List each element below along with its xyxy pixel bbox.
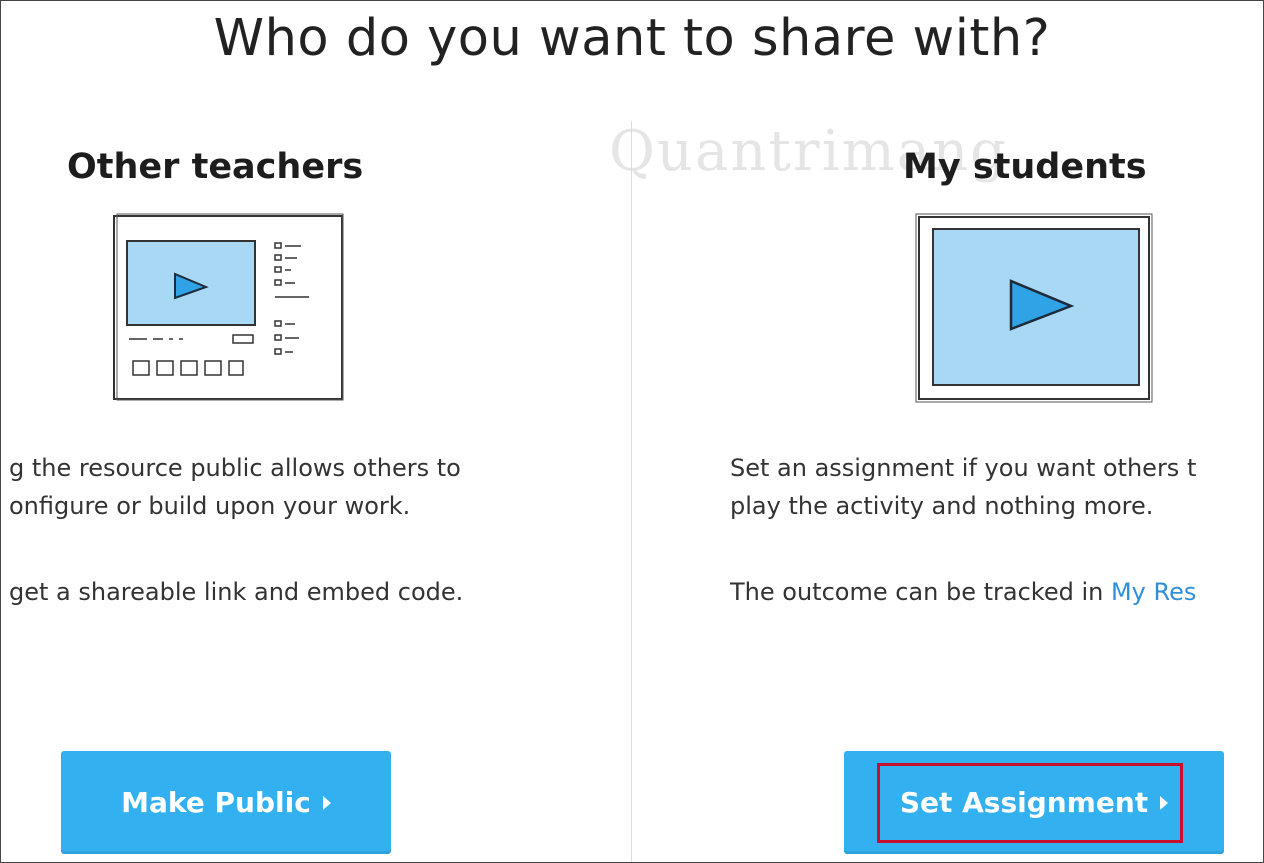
- outcome-text: The outcome can be tracked in: [730, 578, 1111, 606]
- left-desc-line: get a shareable link and embed code.: [9, 578, 464, 606]
- right-desc-line: Set an assignment if you want others t: [730, 454, 1197, 482]
- make-public-label: Make Public: [121, 786, 311, 819]
- right-description: Set an assignment if you want others t p…: [730, 449, 1261, 611]
- left-desc-line: onfigure or build upon your work.: [9, 492, 411, 520]
- set-assignment-label: Set Assignment: [899, 786, 1149, 819]
- heading-other-teachers: Other teachers: [67, 147, 364, 187]
- heading-my-students: My students: [903, 147, 1147, 187]
- column-divider: [631, 121, 632, 862]
- right-desc-outcome: The outcome can be tracked in My Res: [730, 573, 1261, 611]
- right-desc-line: play the activity and nothing more.: [730, 492, 1154, 520]
- students-illustration: [915, 213, 1153, 403]
- left-desc-line: g the resource public allows others to: [9, 454, 461, 482]
- teachers-illustration: [113, 213, 344, 401]
- page-title: Who do you want to share with?: [213, 9, 1051, 68]
- make-public-button[interactable]: Make Public: [61, 751, 391, 854]
- caret-right-icon: [1160, 795, 1169, 810]
- share-dialog: Who do you want to share with? Quantrima…: [0, 0, 1264, 863]
- my-results-link[interactable]: My Res: [1111, 578, 1196, 606]
- caret-right-icon: [322, 795, 331, 810]
- left-description: g the resource public allows others to o…: [9, 449, 629, 611]
- set-assignment-button[interactable]: Set Assignment: [844, 751, 1224, 854]
